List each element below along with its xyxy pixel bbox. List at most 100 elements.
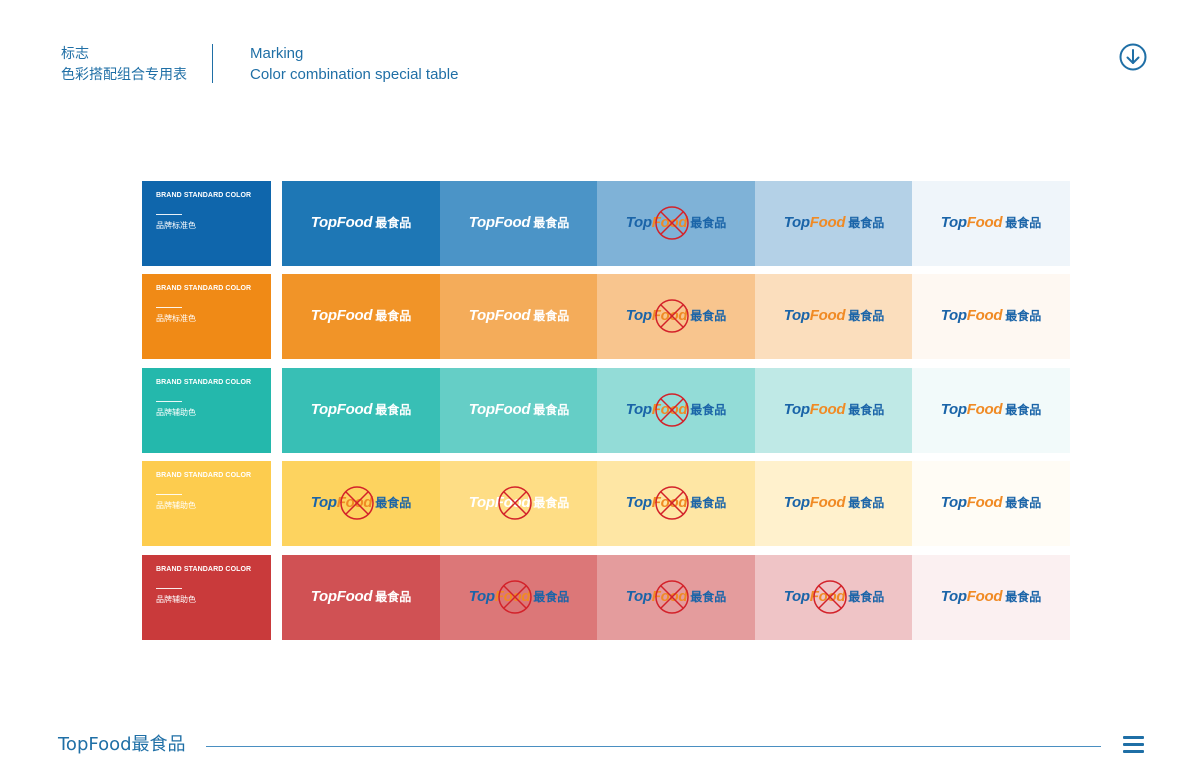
prohibited-x-icon	[340, 486, 374, 520]
logo-cn: 最食品	[1005, 216, 1042, 230]
logo-cn: 最食品	[690, 403, 727, 417]
logo-cn: 最食品	[1005, 403, 1042, 417]
swatch: TopFood 最食品	[440, 274, 598, 359]
label-cn: 品牌辅助色	[156, 595, 196, 604]
topfood-logo: TopFood 最食品	[282, 307, 440, 325]
swatch-prohibited: TopFood 最食品	[597, 368, 755, 453]
color-row: BRAND STANDARD COLOR 品牌辅助色 TopFood 最食品 TopFo…	[142, 368, 1070, 453]
label-cn: 品牌标准色	[156, 314, 196, 323]
logo-top: Top	[468, 401, 495, 418]
header-cn-title: 标志 色彩搭配组合专用表	[61, 44, 187, 86]
topfood-logo: TopFood 最食品	[440, 214, 598, 232]
logo-top: Top	[940, 494, 967, 511]
logo-food: Food	[809, 401, 846, 418]
prohibited-x-icon	[498, 486, 532, 520]
swatch: TopFood 最食品	[282, 181, 440, 266]
logo-top: Top	[625, 214, 652, 231]
base-color-label-cell: BRAND STANDARD COLOR 品牌辅助色	[142, 555, 271, 640]
logo-cn: 最食品	[690, 590, 727, 604]
label-cn: 品牌标准色	[156, 221, 196, 230]
topfood-logo: TopFood 最食品	[282, 214, 440, 232]
swatch: TopFood 最食品	[912, 274, 1070, 359]
topfood-logo: TopFood 最食品	[912, 307, 1070, 325]
logo-top: Top	[940, 307, 967, 324]
label-en: BRAND STANDARD COLOR	[156, 379, 252, 386]
logo-cn: 最食品	[848, 309, 885, 323]
header-en-line1: Marking	[250, 45, 304, 62]
label-en: BRAND STANDARD COLOR	[156, 566, 252, 573]
logo-food: Food	[966, 307, 1003, 324]
logo-top: Top	[783, 494, 810, 511]
logo-cn: 最食品	[533, 496, 570, 510]
prohibited-x-icon	[655, 206, 689, 240]
label-underline	[156, 214, 182, 215]
logo-top: Top	[310, 588, 337, 605]
base-color-label-cell: BRAND STANDARD COLOR 品牌标准色	[142, 274, 271, 359]
swatch: TopFood 最食品	[912, 181, 1070, 266]
swatch: TopFood 最食品	[912, 461, 1070, 546]
logo-cn: 最食品	[848, 496, 885, 510]
label-underline	[156, 307, 182, 308]
topfood-logo: TopFood 最食品	[755, 494, 913, 512]
logo-cn: 最食品	[1005, 496, 1042, 510]
footer-divider	[206, 746, 1101, 747]
logo-food: Food	[809, 214, 846, 231]
header-cn-line2: 色彩搭配组合专用表	[61, 67, 187, 83]
logo-food: Food	[494, 401, 531, 418]
label-en: BRAND STANDARD COLOR	[156, 472, 252, 479]
topfood-logo: TopFood 最食品	[912, 494, 1070, 512]
logo-top: Top	[310, 307, 337, 324]
label-cn: 品牌辅助色	[156, 408, 196, 417]
label-underline	[156, 401, 182, 402]
topfood-logo: TopFood 最食品	[755, 307, 913, 325]
prohibited-x-icon	[498, 580, 532, 614]
prohibited-x-icon	[655, 393, 689, 427]
logo-food: Food	[494, 307, 531, 324]
arrow-down-circle-icon[interactable]	[1119, 43, 1147, 71]
hamburger-menu-icon[interactable]	[1123, 736, 1144, 753]
swatch: TopFood 最食品	[440, 181, 598, 266]
header-divider	[212, 44, 213, 83]
topfood-logo: TopFood 最食品	[912, 214, 1070, 232]
logo-top: Top	[625, 494, 652, 511]
menu-bar	[1123, 743, 1144, 746]
logo-cn: 最食品	[375, 216, 412, 230]
logo-top: Top	[783, 401, 810, 418]
logo-food: Food	[336, 214, 373, 231]
topfood-logo: TopFood 最食品	[912, 588, 1070, 606]
logo-cn: 最食品	[375, 496, 412, 510]
color-row: BRAND STANDARD COLOR 品牌标准色 TopFood 最食品 TopFo…	[142, 274, 1070, 359]
swatch: TopFood 最食品	[282, 555, 440, 640]
label-cn: 品牌辅助色	[156, 501, 196, 510]
color-row: BRAND STANDARD COLOR 品牌辅助色 TopFood 最食品 TopFo…	[142, 461, 1070, 546]
header-en-title: Marking Color combination special table	[250, 43, 458, 85]
swatch-prohibited: TopFood 最食品	[755, 555, 913, 640]
logo-top: Top	[310, 401, 337, 418]
logo-top: Top	[940, 214, 967, 231]
logo-top: Top	[783, 214, 810, 231]
swatch-prohibited: TopFood 最食品	[282, 461, 440, 546]
logo-top: Top	[310, 494, 337, 511]
color-row: BRAND STANDARD COLOR 品牌标准色 TopFood 最食品 TopFo…	[142, 181, 1070, 266]
logo-cn: 最食品	[533, 309, 570, 323]
swatch: TopFood 最食品	[755, 461, 913, 546]
topfood-logo: TopFood 最食品	[282, 401, 440, 419]
prohibited-x-icon	[813, 580, 847, 614]
swatch: TopFood 最食品	[282, 368, 440, 453]
swatch-prohibited: TopFood 最食品	[597, 461, 755, 546]
swatch: TopFood 最食品	[755, 181, 913, 266]
logo-cn: 最食品	[375, 309, 412, 323]
swatch: TopFood 最食品	[282, 274, 440, 359]
swatch-prohibited: TopFood 最食品	[597, 555, 755, 640]
base-color-label-cell: BRAND STANDARD COLOR 品牌辅助色	[142, 461, 271, 546]
label-en: BRAND STANDARD COLOR	[156, 285, 252, 292]
logo-food: Food	[336, 307, 373, 324]
swatch: TopFood 最食品	[912, 555, 1070, 640]
prohibited-x-icon	[655, 580, 689, 614]
logo-top: Top	[468, 588, 495, 605]
topfood-logo: TopFood 最食品	[440, 401, 598, 419]
logo-top: Top	[940, 588, 967, 605]
logo-top: Top	[625, 307, 652, 324]
logo-cn: 最食品	[533, 590, 570, 604]
logo-cn: 最食品	[848, 216, 885, 230]
